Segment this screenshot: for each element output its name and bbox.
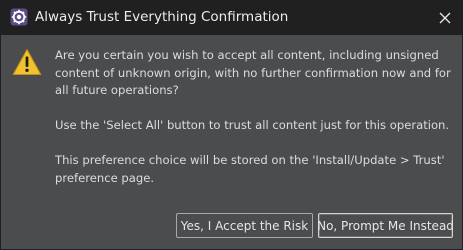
confirmation-dialog: Always Trust Everything Confirmation Are…: [0, 0, 463, 250]
warning-icon: [12, 49, 42, 75]
accept-risk-button[interactable]: Yes, I Accept the Risk: [176, 213, 313, 238]
message-paragraph: This preference choice will be stored on…: [55, 153, 445, 185]
title-bar[interactable]: Always Trust Everything Confirmation: [1, 1, 462, 35]
message-paragraph: Are you certain you wish to accept all c…: [55, 48, 451, 97]
confirmation-message: Are you certain you wish to accept all c…: [55, 47, 455, 187]
window-title: Always Trust Everything Confirmation: [35, 9, 289, 25]
close-icon: [439, 12, 451, 24]
message-paragraph: Use the 'Select All' button to trust all…: [55, 118, 450, 132]
close-button[interactable]: [428, 1, 462, 35]
prompt-instead-button[interactable]: No, Prompt Me Instead: [317, 213, 454, 238]
eclipse-gear-icon: [10, 8, 28, 26]
